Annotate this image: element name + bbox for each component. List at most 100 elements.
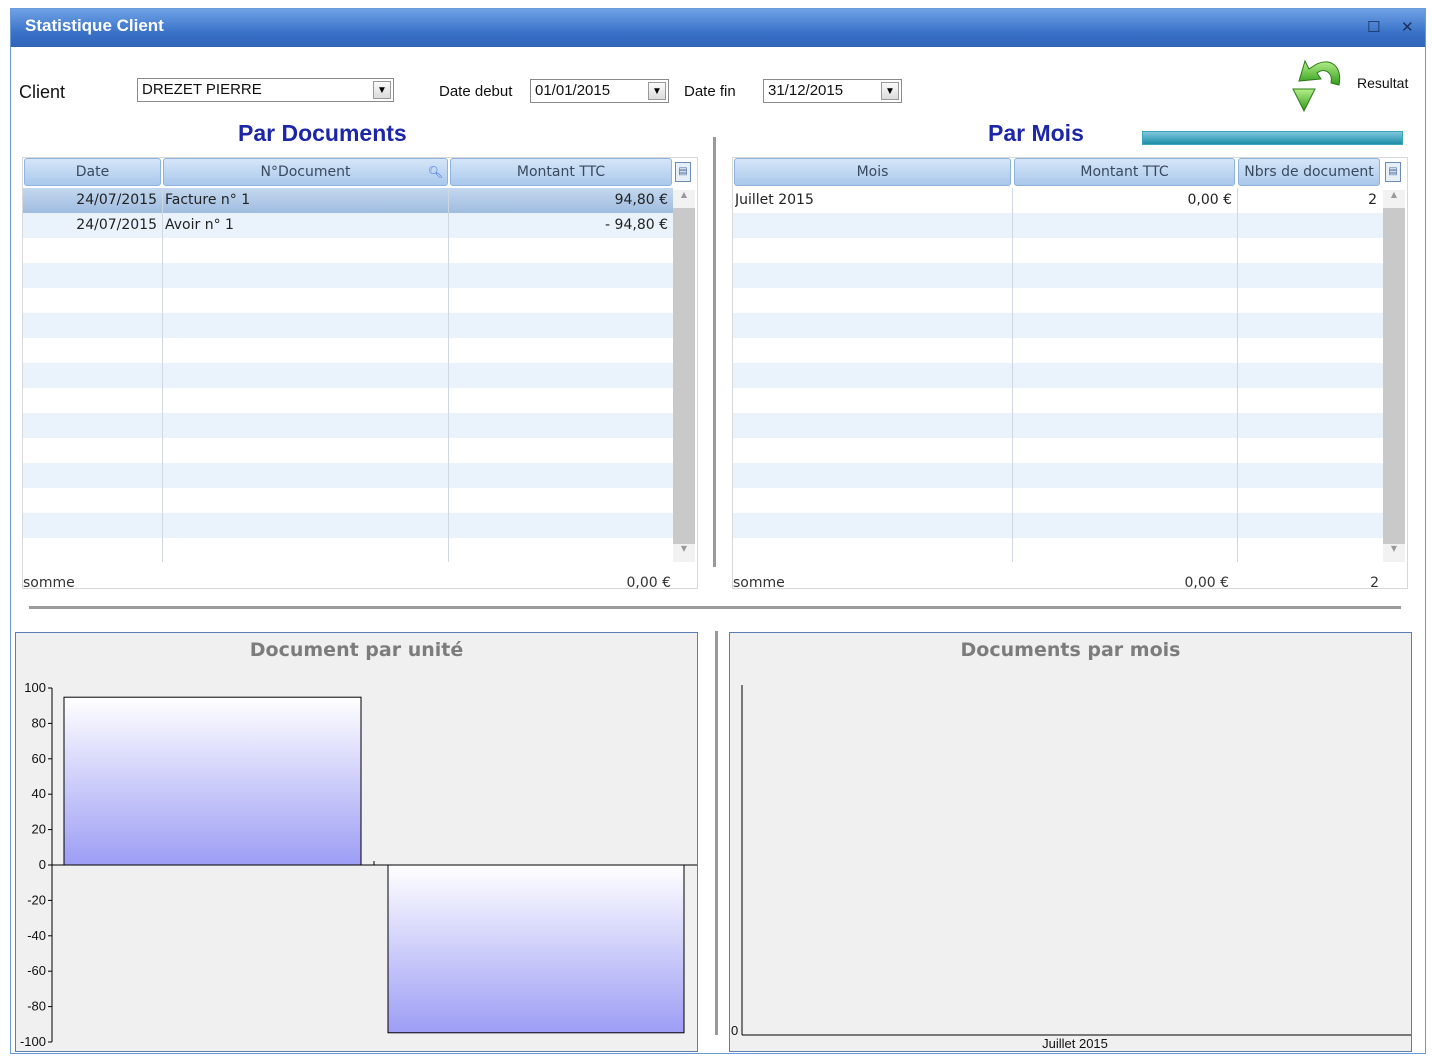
table-row[interactable]: Juillet 2015 0,00 € 2 xyxy=(733,188,1383,213)
y-tick-label: -20 xyxy=(27,892,46,907)
chart-document-par-unite: Document par unité 100 80 60 40 20 0 -20 -40 -60… xyxy=(15,632,698,1052)
column-chooser-icon[interactable]: ▤ xyxy=(1385,162,1401,182)
chart-splitter[interactable] xyxy=(715,631,718,1035)
bar-chart: 0 Juillet 2015 xyxy=(731,685,1411,1051)
cell-montant: - 94,80 € xyxy=(605,217,668,233)
scroll-up-icon[interactable]: ▲ xyxy=(1383,190,1405,208)
empty-row xyxy=(733,288,1383,313)
empty-row xyxy=(733,463,1383,488)
x-tick-label: Juillet 2015 xyxy=(1042,1036,1108,1051)
cell-montant: 0,00 € xyxy=(1187,192,1232,208)
empty-row xyxy=(733,513,1383,538)
column-header-montant[interactable]: Montant TTC xyxy=(450,158,672,186)
somme-nbrs: 2 xyxy=(1370,575,1379,591)
bar-0[interactable] xyxy=(63,696,362,866)
column-header-document[interactable]: N°Document 🔍︎ xyxy=(163,158,448,186)
column-header-montant[interactable]: Montant TTC xyxy=(1014,158,1235,186)
chevron-down-icon[interactable]: ▼ xyxy=(881,82,899,100)
green-curved-arrow-icon[interactable] xyxy=(1285,55,1345,115)
maximize-icon[interactable]: ☐ xyxy=(1367,18,1380,36)
empty-row xyxy=(23,463,673,488)
cell-document: Avoir n° 1 xyxy=(165,217,234,233)
cell-document: Facture n° 1 xyxy=(165,192,251,208)
par-mois-grid: Mois Montant TTC Nbrs de document ▤ Juil… xyxy=(732,157,1408,591)
date-fin-picker[interactable]: 31/12/2015 ▼ xyxy=(763,79,902,103)
date-debut-picker[interactable]: 01/01/2015 ▼ xyxy=(530,79,669,103)
cell-montant: 94,80 € xyxy=(614,192,668,208)
column-header-mois[interactable]: Mois xyxy=(734,158,1011,186)
close-icon[interactable]: ✕ xyxy=(1401,18,1414,36)
cell-date: 24/07/2015 xyxy=(76,192,157,208)
table-row[interactable]: 24/07/2015 Avoir n° 1 - 94,80 € xyxy=(23,213,673,238)
empty-row xyxy=(733,488,1383,513)
date-fin-label: Date fin xyxy=(684,83,736,100)
y-tick-label: -40 xyxy=(27,928,46,943)
vertical-splitter[interactable] xyxy=(713,137,716,567)
vertical-scrollbar[interactable]: ▲ ▼ xyxy=(673,190,695,562)
empty-row xyxy=(733,538,1383,563)
y-tick-label: 0 xyxy=(39,857,46,872)
column-chooser-icon[interactable]: ▤ xyxy=(675,162,691,182)
par-documents-grid: Date N°Document 🔍︎ Montant TTC ▤ 24/07/2… xyxy=(22,157,698,591)
chevron-down-icon[interactable]: ▼ xyxy=(648,82,666,100)
somme-montant: 0,00 € xyxy=(626,575,671,591)
empty-row xyxy=(23,538,673,563)
y-tick-label: 80 xyxy=(32,715,46,730)
vertical-scrollbar[interactable]: ▲ ▼ xyxy=(1383,190,1405,562)
date-debut-value: 01/01/2015 xyxy=(535,82,611,99)
y-tick-label: -100 xyxy=(20,1034,46,1049)
par-mois-title: Par Mois xyxy=(988,120,1084,146)
empty-row xyxy=(23,488,673,513)
date-debut-label: Date debut xyxy=(439,83,513,100)
progress-bar xyxy=(1142,131,1403,145)
statistique-client-window: Statistique Client ☐ ✕ Client DREZET PIE… xyxy=(10,8,1426,1054)
scroll-down-icon[interactable]: ▼ xyxy=(1383,544,1405,562)
client-label: Client xyxy=(19,82,66,102)
client-select[interactable]: DREZET PIERRE ▼ xyxy=(137,78,394,102)
y-tick-label: 20 xyxy=(32,822,46,837)
empty-row xyxy=(733,313,1383,338)
window-title: Statistique Client xyxy=(25,16,164,35)
table-row[interactable]: 24/07/2015 Facture n° 1 94,80 € xyxy=(23,188,673,213)
y-tick-label: -60 xyxy=(27,963,46,978)
chart-documents-par-mois: Documents par mois 0 Juillet 2015 xyxy=(729,632,1412,1052)
column-header-nbrs[interactable]: Nbrs de document xyxy=(1238,158,1380,186)
cell-date: 24/07/2015 xyxy=(76,217,157,233)
title-bar: Statistique Client ☐ ✕ xyxy=(11,9,1425,47)
resultat-label: Resultat xyxy=(1357,75,1409,91)
empty-row xyxy=(733,238,1383,263)
empty-row xyxy=(23,388,673,413)
y-tick-label: 40 xyxy=(32,786,46,801)
empty-row xyxy=(733,438,1383,463)
empty-row xyxy=(23,438,673,463)
date-fin-value: 31/12/2015 xyxy=(768,82,844,99)
column-header-document-label: N°Document xyxy=(260,164,351,180)
bar-1[interactable] xyxy=(387,864,685,1034)
somme-montant: 0,00 € xyxy=(1184,575,1229,591)
bar-chart: 100 80 60 40 20 0 -20 -40 -60 -80 -100 xyxy=(20,680,697,1049)
empty-row xyxy=(23,413,673,438)
empty-row xyxy=(23,363,673,388)
empty-row xyxy=(733,263,1383,288)
empty-row xyxy=(23,513,673,538)
resultat-button[interactable]: Resultat xyxy=(1285,55,1415,115)
scroll-down-icon[interactable]: ▼ xyxy=(673,544,695,562)
somme-label: somme xyxy=(733,575,785,591)
empty-row xyxy=(23,263,673,288)
empty-row xyxy=(733,213,1383,238)
empty-row xyxy=(733,413,1383,438)
search-icon[interactable]: 🔍︎ xyxy=(428,159,443,185)
y-tick-label: 60 xyxy=(32,751,46,766)
empty-row xyxy=(23,313,673,338)
somme-label: somme xyxy=(23,575,75,591)
par-documents-title: Par Documents xyxy=(238,120,407,146)
horizontal-splitter[interactable] xyxy=(29,606,1401,609)
empty-row xyxy=(733,338,1383,363)
client-value: DREZET PIERRE xyxy=(142,81,262,98)
y-tick-label: 0 xyxy=(731,1023,738,1038)
scroll-up-icon[interactable]: ▲ xyxy=(673,190,695,208)
empty-row xyxy=(23,338,673,363)
chevron-down-icon[interactable]: ▼ xyxy=(373,81,391,99)
cell-mois: Juillet 2015 xyxy=(735,192,814,208)
column-header-date[interactable]: Date xyxy=(24,158,161,186)
